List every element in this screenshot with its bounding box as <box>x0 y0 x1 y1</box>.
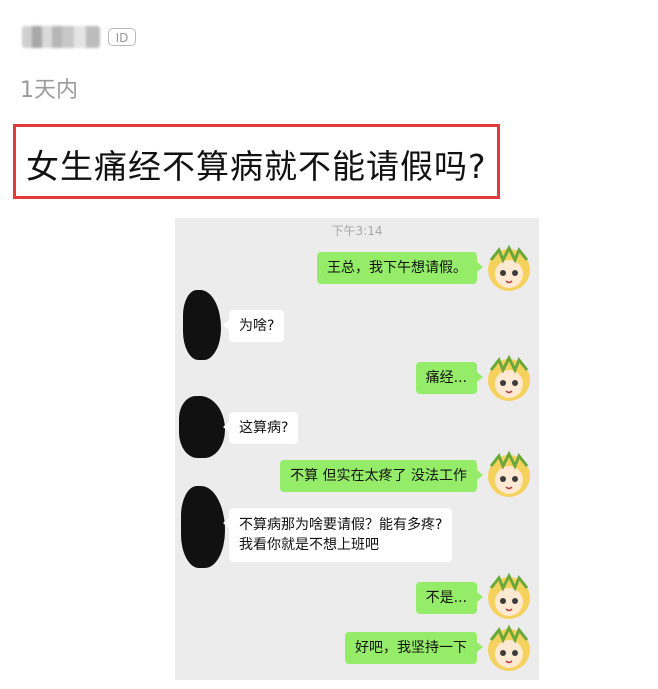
message-line: 我看你就是不想上班吧 <box>239 537 379 553</box>
message-bubble-received: 为啥? <box>222 310 285 342</box>
message-bubble-received: 不算病那为啥要请假？能有多疼? 我看你就是不想上班吧 <box>222 508 453 562</box>
message-bubble-sent: 不算 但实在太疼了 没法工作 <box>280 460 483 492</box>
question-highlight-box: 女生痛经不算病就不能请假吗? <box>13 124 500 199</box>
message-line: 不算病那为啥要请假？能有多疼? <box>239 517 443 533</box>
message-bubble-sent: 不是... <box>415 582 484 614</box>
message-bubble-sent: 痛经... <box>415 362 484 394</box>
redacted-avatar <box>181 486 225 568</box>
chat-timestamp: 下午3:14 <box>331 224 383 238</box>
redacted-avatar <box>179 396 225 458</box>
blurred-username <box>22 26 100 48</box>
message-bubble-sent: 好吧，我坚持一下 <box>345 632 483 664</box>
anime-avatar-icon <box>488 572 530 619</box>
anime-avatar-icon <box>488 624 530 671</box>
anime-avatar-icon <box>488 450 530 497</box>
post-author: ID <box>22 22 136 52</box>
anime-avatar-icon <box>488 354 530 401</box>
anime-avatar-icon <box>488 244 530 291</box>
message-bubble-received: 这算病? <box>222 412 299 444</box>
post-time: 1天内 <box>20 78 78 103</box>
chat-screenshot: 下午3:14 王总，我下午想请假。 为啥? 痛经... 这算病? 不算 但实在太… <box>175 218 539 680</box>
id-badge: ID <box>108 28 136 46</box>
question-title: 女生痛经不算病就不能请假吗? <box>26 147 487 186</box>
redacted-avatar <box>183 290 221 360</box>
message-bubble-sent: 王总，我下午想请假。 <box>317 252 483 284</box>
